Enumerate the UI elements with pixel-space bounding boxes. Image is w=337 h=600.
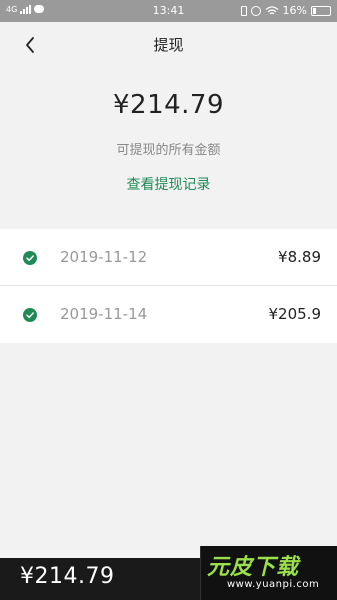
list-item[interactable]: 2019-11-14 ¥205.9 xyxy=(0,286,337,343)
record-date: 2019-11-14 xyxy=(60,305,148,323)
check-icon[interactable] xyxy=(23,251,37,265)
withdraw-summary: ¥214.79 可提现的所有金额 查看提现记录 xyxy=(0,90,337,194)
navigation-bar: 提现 xyxy=(0,22,337,68)
battery-percent: 16% xyxy=(282,4,307,17)
available-amount: ¥214.79 xyxy=(112,90,225,120)
page-title: 提现 xyxy=(153,36,184,54)
alarm-icon xyxy=(250,5,261,16)
record-amount: ¥8.89 xyxy=(278,248,321,266)
bottom-total-amount: ¥214.79 xyxy=(20,564,115,589)
watermark-logo-text: 元皮下载 xyxy=(207,555,300,580)
watermark-url: www.yuanpi.com xyxy=(227,579,320,590)
watermark-logo: 元皮下载 www.yuanpi.com xyxy=(200,546,337,600)
view-withdraw-records-link[interactable]: 查看提现记录 xyxy=(127,174,211,194)
withdraw-list: 2019-11-12 ¥8.89 2019-11-14 ¥205.9 xyxy=(0,229,337,343)
wifi-icon xyxy=(265,5,278,14)
vibrate-icon xyxy=(240,5,247,16)
status-bar: 4G 13:41 16% xyxy=(0,0,337,22)
status-right: 16% xyxy=(240,4,331,17)
record-amount: ¥205.9 xyxy=(268,305,322,323)
list-item[interactable]: 2019-11-12 ¥8.89 xyxy=(0,229,337,286)
check-icon[interactable] xyxy=(23,308,37,322)
battery-icon xyxy=(311,5,331,16)
record-date: 2019-11-12 xyxy=(60,248,148,266)
available-amount-caption: 可提现的所有金额 xyxy=(116,143,221,158)
